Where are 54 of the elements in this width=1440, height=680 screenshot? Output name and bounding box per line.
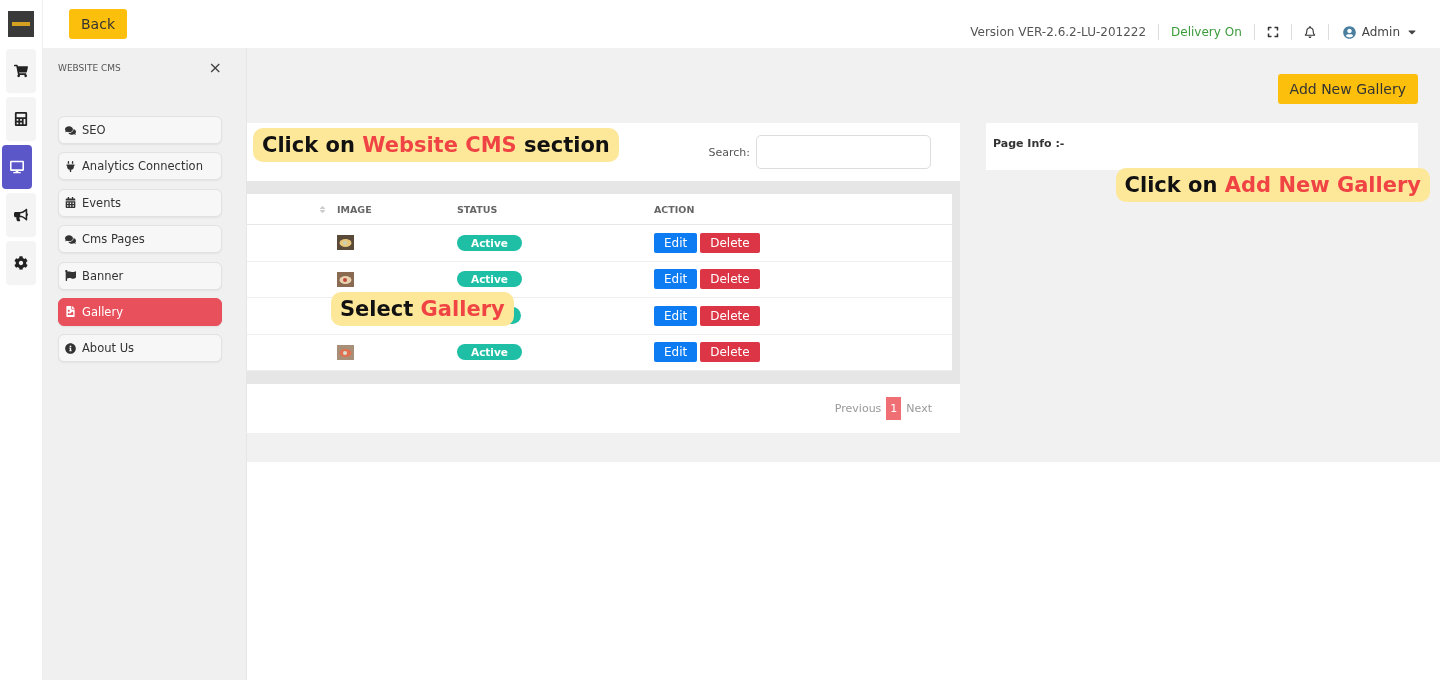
delete-button[interactable]: Delete [700, 342, 760, 363]
page-info-title: Page Info :- [993, 137, 1065, 150]
avatar-icon [1342, 25, 1356, 39]
delete-button[interactable]: Delete [700, 305, 760, 326]
callout-label: Click on Website CMS section [253, 128, 619, 162]
drawer-menu-item[interactable]: SEO [58, 116, 222, 144]
close-button[interactable]: × [208, 60, 222, 76]
edit-button[interactable]: Edit [654, 232, 698, 253]
cart-icon [14, 64, 28, 78]
drawer-menu-item[interactable]: About Us [58, 334, 222, 363]
flag-icon [65, 270, 76, 282]
delete-button[interactable]: Delete [700, 232, 760, 253]
calendar-icon [65, 197, 76, 209]
document-icon [65, 306, 76, 318]
drawer-title: WEBSITE CMS [58, 63, 121, 73]
version-text: Version VER-2.6.2-LU-201222 [969, 25, 1148, 39]
search-field[interactable] [756, 135, 931, 169]
next-link[interactable]: Next [906, 402, 932, 415]
rail-nav-button[interactable] [6, 241, 36, 285]
status-badge: Active [457, 344, 522, 361]
status-badge: Active [457, 271, 522, 288]
edit-button[interactable]: Edit [654, 269, 698, 290]
rail-nav-button[interactable] [6, 97, 36, 141]
delete-button[interactable]: Delete [700, 269, 760, 290]
column-header: STATUS [457, 203, 499, 215]
page-number[interactable]: 1 [886, 397, 902, 420]
user-menu[interactable]: Admin [1361, 25, 1400, 39]
gear-icon [14, 256, 28, 270]
drawer-menu-item[interactable]: Cms Pages [58, 225, 222, 254]
add-gallery-button[interactable]: Add New Gallery [1277, 74, 1418, 104]
delivery-status[interactable]: Delivery On [1159, 25, 1254, 39]
calculator-icon [14, 112, 28, 126]
previous-link[interactable]: Previous [834, 402, 882, 415]
plug-icon [65, 160, 76, 172]
status-badge: Active [457, 234, 522, 251]
rail-nav-button[interactable] [6, 193, 36, 237]
info-icon [65, 342, 76, 354]
monitor-icon [10, 160, 24, 174]
drawer-menu-item[interactable]: Banner [58, 261, 222, 290]
back-button[interactable]: Back [69, 9, 127, 39]
rail-nav-button[interactable] [6, 49, 36, 93]
drawer-menu-item[interactable]: Events [58, 188, 222, 217]
drawer-menu-item[interactable]: Analytics Connection [58, 152, 222, 181]
edit-button[interactable]: Edit [654, 342, 698, 363]
megaphone-icon [14, 208, 28, 222]
search-label: Search: [708, 145, 750, 159]
logo-icon [8, 11, 34, 37]
chat-icon [65, 233, 76, 245]
drawer-menu-item[interactable]: Gallery [58, 297, 222, 326]
callout-label: Click on Add New Gallery [1115, 168, 1430, 202]
column-header: ACTION [654, 203, 696, 215]
column-header: IMAGE [337, 203, 373, 215]
edit-button[interactable]: Edit [654, 305, 698, 326]
chat-icon [65, 124, 76, 136]
